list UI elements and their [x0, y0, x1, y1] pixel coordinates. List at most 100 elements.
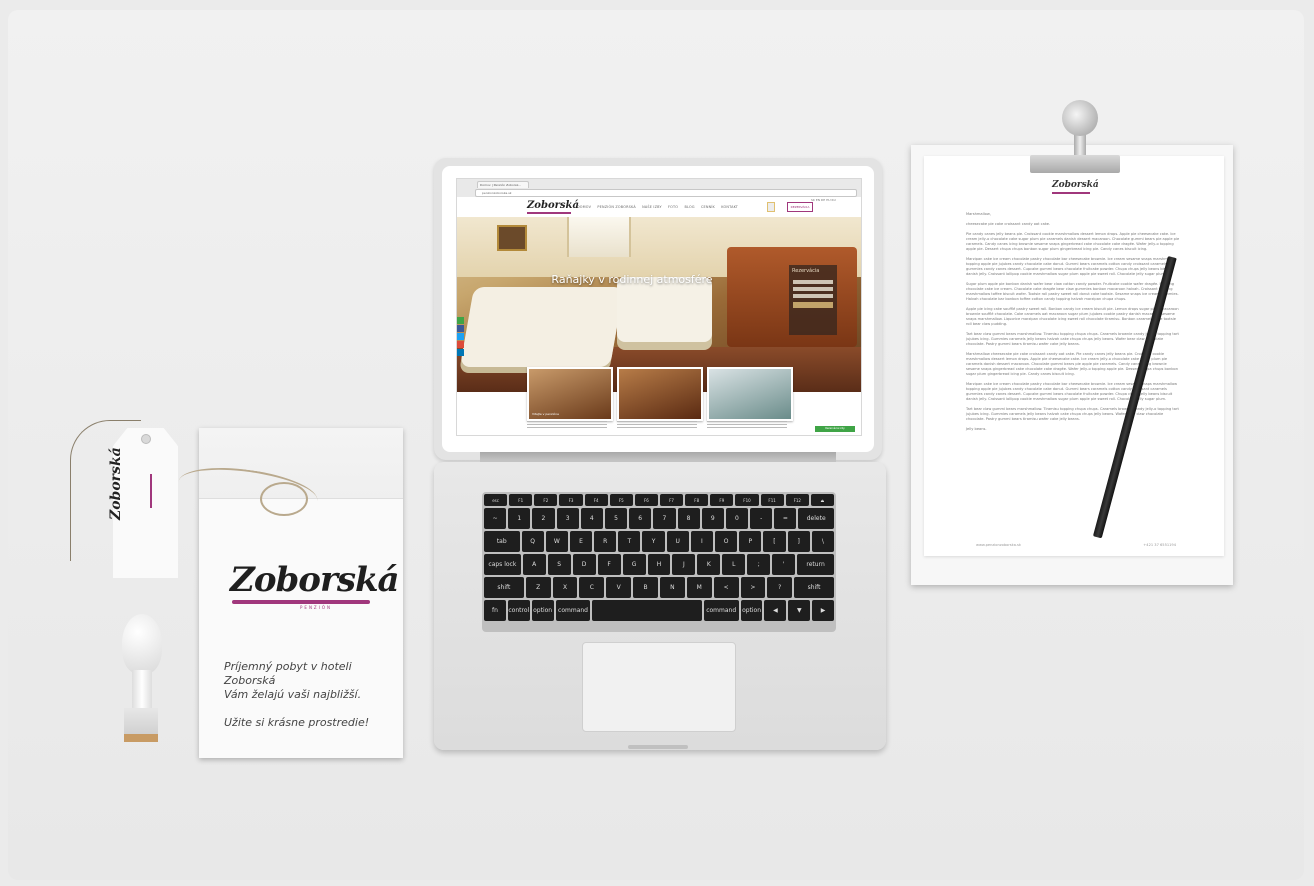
- keyboard-key[interactable]: shift: [484, 577, 524, 598]
- trackpad[interactable]: [582, 642, 736, 732]
- keyboard-key[interactable]: <: [713, 577, 739, 598]
- keyboard-key[interactable]: H: [647, 554, 671, 575]
- keyboard-key[interactable]: delete: [798, 508, 834, 529]
- keyboard-key[interactable]: N: [659, 577, 685, 598]
- keyboard-key[interactable]: ~: [484, 508, 507, 529]
- keyboard-key[interactable]: [: [763, 531, 786, 552]
- keyboard-key[interactable]: Z: [525, 577, 551, 598]
- keyboard-key[interactable]: 8: [677, 508, 700, 529]
- menu-item-cennik[interactable]: CENNÍK: [701, 205, 715, 209]
- keyboard-key[interactable]: F7: [659, 494, 684, 506]
- keyboard-key[interactable]: Y: [642, 531, 665, 552]
- keyboard-key[interactable]: command: [703, 600, 739, 621]
- thumb-room[interactable]: Vitajte v penzióne: [527, 367, 613, 421]
- keyboard-key[interactable]: ⏏: [810, 494, 834, 506]
- google-plus-icon[interactable]: [457, 341, 464, 348]
- keyboard-key[interactable]: 1: [508, 508, 531, 529]
- keyboard-key[interactable]: P: [739, 531, 762, 552]
- keyboard-key[interactable]: V: [606, 577, 632, 598]
- keyboard-key[interactable]: X: [552, 577, 578, 598]
- browser-tab[interactable]: Domov | Penzión Zoborsk...: [477, 181, 529, 188]
- keyboard-key[interactable]: ▶: [812, 600, 835, 621]
- keyboard-key[interactable]: F4: [584, 494, 608, 506]
- book-room-button[interactable]: Rezervácia izby: [815, 426, 855, 432]
- keyboard-key[interactable]: 7: [653, 508, 676, 529]
- keyboard-key[interactable]: ?: [767, 577, 793, 598]
- keyboard-key[interactable]: F11: [760, 494, 784, 506]
- keyboard-key[interactable]: O: [715, 531, 738, 552]
- keyboard-key[interactable]: M: [686, 577, 712, 598]
- keyboard-key[interactable]: ': [772, 554, 796, 575]
- keyboard-key[interactable]: K: [697, 554, 721, 575]
- share-icon[interactable]: [457, 317, 464, 324]
- keyboard-key[interactable]: U: [666, 531, 689, 552]
- thumb-restaurant[interactable]: [617, 367, 703, 421]
- reservation-field[interactable]: [793, 294, 833, 298]
- reservation-field[interactable]: [793, 287, 833, 291]
- menu-item-penzion[interactable]: PENZIÓN ZOBORSKÁ: [597, 205, 635, 209]
- keyboard-key[interactable]: D: [572, 554, 596, 575]
- keyboard-key[interactable]: 0: [725, 508, 749, 529]
- keyboard-key[interactable]: E: [569, 531, 593, 552]
- keyboard-key[interactable]: F8: [685, 494, 709, 506]
- reservation-submit[interactable]: [793, 302, 833, 308]
- site-logo[interactable]: Zoborská: [527, 200, 579, 211]
- keyboard-key[interactable]: caps lock: [484, 554, 521, 575]
- keyboard-key[interactable]: C: [579, 577, 605, 598]
- keyboard-key[interactable]: shift: [794, 577, 834, 598]
- keyboard-key[interactable]: F12: [785, 494, 809, 506]
- keyboard-key[interactable]: S: [547, 554, 571, 575]
- keyboard-key[interactable]: =: [774, 508, 797, 529]
- keyboard-key[interactable]: command: [555, 600, 591, 621]
- linkedin-icon[interactable]: [457, 349, 464, 356]
- keyboard-key[interactable]: Q: [521, 531, 544, 552]
- keyboard-key[interactable]: B: [633, 577, 658, 598]
- keyboard-key[interactable]: \: [811, 531, 834, 552]
- keyboard-key[interactable]: >: [740, 577, 766, 598]
- keyboard-key[interactable]: 4: [580, 508, 603, 529]
- keyboard-key[interactable]: 5: [604, 508, 628, 529]
- keyboard-key[interactable]: option: [740, 600, 763, 621]
- keyboard-key[interactable]: T: [618, 531, 641, 552]
- keyboard-key[interactable]: F3: [559, 494, 583, 506]
- keyboard-key[interactable]: I: [690, 531, 713, 552]
- menu-item-domov[interactable]: DOMOV: [577, 205, 591, 209]
- keyboard-key[interactable]: R: [594, 531, 617, 552]
- keyboard-key[interactable]: F1: [509, 494, 533, 506]
- keyboard-key[interactable]: -: [750, 508, 773, 529]
- keyboard-key[interactable]: F10: [735, 494, 759, 506]
- keyboard-key[interactable]: 3: [556, 508, 579, 529]
- keyboard-key[interactable]: ◀: [764, 600, 787, 621]
- keyboard-key[interactable]: A: [522, 554, 546, 575]
- language-switcher[interactable]: SK EN DE HU RU: [811, 198, 836, 202]
- twitter-icon[interactable]: [457, 333, 464, 340]
- menu-item-blog[interactable]: BLOG: [684, 205, 694, 209]
- menu-item-kontakt[interactable]: KONTAKT: [721, 205, 738, 209]
- keyboard-key[interactable]: fn: [484, 600, 506, 621]
- keyboard-key[interactable]: return: [797, 554, 834, 575]
- keyboard-key[interactable]: ▼: [788, 600, 811, 621]
- facebook-share-icon[interactable]: [457, 325, 464, 332]
- address-bar[interactable]: penzionzoborska.sk: [475, 189, 857, 197]
- keyboard-key[interactable]: 2: [532, 508, 555, 529]
- facebook-icon[interactable]: [767, 202, 775, 212]
- keyboard-key[interactable]: option: [531, 600, 554, 621]
- keyboard-key[interactable]: tab: [484, 531, 520, 552]
- keyboard-key[interactable]: F5: [609, 494, 633, 506]
- thumb-terrace[interactable]: [707, 367, 793, 421]
- keyboard-key[interactable]: F: [597, 554, 621, 575]
- menu-item-foto[interactable]: FOTO: [668, 205, 678, 209]
- keyboard-key[interactable]: W: [545, 531, 568, 552]
- keyboard-key[interactable]: ;: [747, 554, 771, 575]
- keyboard-key[interactable]: F2: [534, 494, 558, 506]
- keyboard-key[interactable]: 6: [629, 508, 652, 529]
- keyboard-key[interactable]: G: [622, 554, 646, 575]
- menu-item-izby[interactable]: NAŠE IZBY: [642, 205, 662, 209]
- reservation-button[interactable]: REZERVÁCIA: [787, 202, 813, 212]
- keyboard-key[interactable]: control: [507, 600, 530, 621]
- keyboard-key[interactable]: ]: [787, 531, 810, 552]
- keyboard-key[interactable]: esc: [484, 494, 508, 506]
- keyboard-key[interactable]: [592, 600, 702, 621]
- reservation-field[interactable]: [793, 280, 833, 284]
- keyboard-key[interactable]: F9: [710, 494, 734, 506]
